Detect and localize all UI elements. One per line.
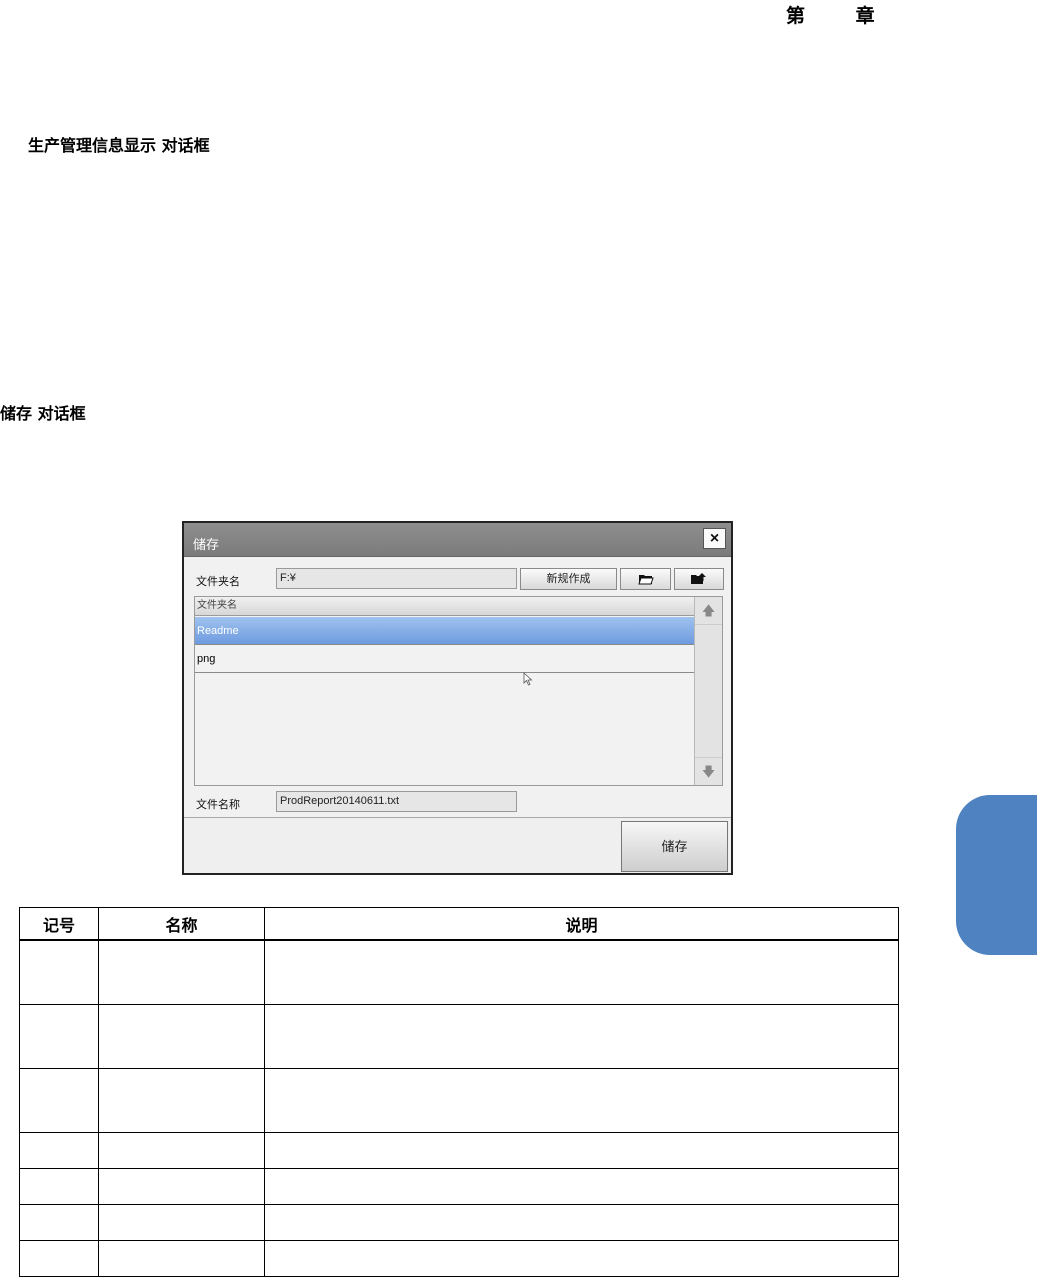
dialog-title: 储存 (193, 537, 220, 552)
table-cell (98, 1004, 265, 1069)
save-dialog: 储存 × 文件夹名 F:¥ 新规作成 文件夹名 Readme png 🡅 🡇 文… (182, 521, 733, 875)
table-cell (98, 1068, 265, 1133)
scroll-down-icon[interactable]: 🡇 (695, 757, 722, 785)
open-folder-button[interactable] (620, 568, 671, 590)
table-header-row: 记号 名称 说明 (19, 907, 899, 941)
section-title-production-info: 生产管理信息显示 对话框 (28, 136, 210, 155)
folder-list: 文件夹名 Readme png 🡅 🡇 (194, 596, 723, 786)
table-cell (264, 939, 899, 1005)
folder-up-button[interactable] (674, 568, 724, 590)
table-cell (264, 1004, 899, 1069)
close-button[interactable]: × (703, 528, 726, 549)
table-cell (19, 1240, 99, 1277)
table-cell (19, 1204, 99, 1241)
file-name-label: 文件名称 (196, 799, 240, 811)
save-button[interactable]: 储存 (621, 821, 728, 872)
table-cell (264, 1132, 899, 1169)
folder-up-icon (691, 573, 706, 584)
table-cell (264, 1204, 899, 1241)
section-title-save-dialog: 储存 对话框 (0, 404, 86, 423)
new-folder-button[interactable]: 新规作成 (520, 568, 617, 590)
dialog-footer: 储存 (184, 817, 731, 873)
table-row (19, 1168, 899, 1205)
table-cell (19, 1068, 99, 1133)
table-row (19, 1004, 899, 1069)
table-cell (98, 1132, 265, 1169)
table-row (19, 1132, 899, 1169)
description-table: 记号 名称 说明 (19, 907, 899, 1277)
table-cell (19, 1168, 99, 1205)
table-cell (98, 1204, 265, 1241)
open-folder-icon (637, 575, 654, 585)
column-header-name: 名称 (98, 907, 265, 941)
chapter-side-tab (956, 795, 1037, 955)
list-item[interactable]: Readme (195, 617, 695, 645)
table-cell (19, 1004, 99, 1069)
list-header: 文件夹名 (195, 597, 695, 616)
mouse-cursor-icon (523, 672, 533, 686)
folder-name-label: 文件夹名 (196, 576, 240, 588)
table-row (19, 1204, 899, 1241)
scroll-up-icon[interactable]: 🡅 (695, 597, 722, 625)
chapter-heading: 第 章 (786, 5, 897, 27)
table-cell (264, 1068, 899, 1133)
table-cell (19, 939, 99, 1005)
table-cell (98, 1168, 265, 1205)
list-scrollbar[interactable]: 🡅 🡇 (694, 597, 722, 785)
table-row (19, 939, 899, 1005)
table-row (19, 1240, 899, 1277)
table-cell (264, 1168, 899, 1205)
table-cell (98, 1240, 265, 1277)
dialog-titlebar: 储存 × (184, 523, 731, 557)
list-item[interactable]: png (195, 645, 695, 673)
column-header-description: 说明 (264, 907, 899, 941)
table-cell (264, 1240, 899, 1277)
table-row (19, 1068, 899, 1133)
column-header-symbol: 记号 (19, 907, 99, 941)
folder-path-field[interactable]: F:¥ (276, 568, 517, 589)
file-name-field[interactable]: ProdReport20140611.txt (276, 791, 517, 812)
table-cell (98, 939, 265, 1005)
table-cell (19, 1132, 99, 1169)
